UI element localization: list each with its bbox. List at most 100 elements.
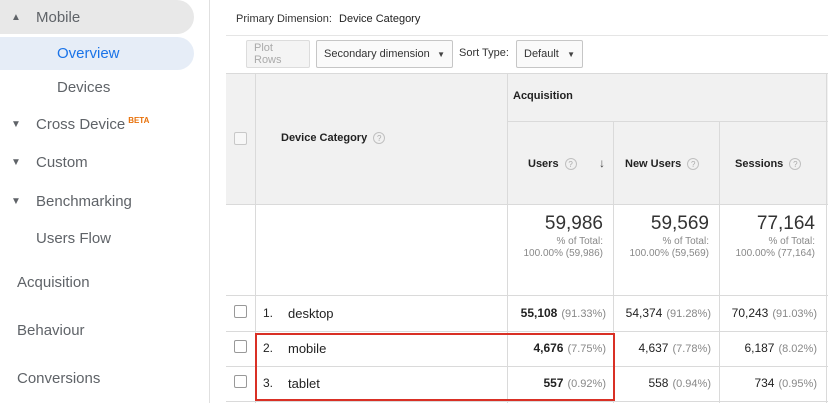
caret-down-icon: ▼ bbox=[11, 195, 21, 207]
sessions-percent: (8.02%) bbox=[778, 343, 817, 355]
column-header-new-users[interactable]: New Users? bbox=[625, 158, 700, 171]
row-sessions: 70,243 (91.03%) bbox=[719, 306, 817, 320]
sessions-value: 6,187 bbox=[744, 341, 775, 355]
row-device-link[interactable]: mobile bbox=[288, 341, 326, 356]
column-header-label: Users bbox=[528, 158, 559, 170]
sort-type-dropdown[interactable]: Default ▼ bbox=[516, 40, 583, 68]
divider bbox=[507, 121, 828, 122]
divider bbox=[613, 121, 614, 403]
sidebar-item-devices[interactable]: Devices bbox=[0, 72, 210, 102]
divider bbox=[226, 204, 828, 205]
sessions-percent: (0.95%) bbox=[778, 378, 817, 390]
row-device-link[interactable]: tablet bbox=[288, 376, 320, 391]
users-value: 557 bbox=[543, 376, 564, 390]
report-table: Device Category? Acquisition Users? ↓ Ne… bbox=[226, 73, 828, 403]
row-sessions: 734 (0.95%) bbox=[719, 376, 817, 390]
sidebar-item-label: Users Flow bbox=[36, 229, 112, 247]
divider bbox=[826, 73, 827, 403]
row-sessions: 6,187 (8.02%) bbox=[719, 341, 817, 355]
sidebar-item-label-group: Cross Device BETA bbox=[36, 116, 149, 133]
question-circle-icon[interactable]: ? bbox=[373, 132, 386, 145]
sidebar-item-label: Devices bbox=[57, 78, 111, 96]
beta-badge: BETA bbox=[128, 115, 150, 125]
divider bbox=[226, 73, 828, 74]
sidebar-item-conversions[interactable]: Conversions bbox=[0, 363, 210, 393]
primary-dimension-value[interactable]: Device Category bbox=[339, 13, 420, 25]
question-circle-icon[interactable]: ? bbox=[687, 158, 700, 171]
total-new-users-detail: 100.00% (59,569) bbox=[629, 248, 709, 259]
secondary-dimension-dropdown[interactable]: Secondary dimension ▼ bbox=[316, 40, 453, 68]
row-users: 55,108 (91.33%) bbox=[507, 306, 606, 320]
new-users-value: 558 bbox=[648, 376, 669, 390]
divider bbox=[226, 35, 828, 36]
arrow-down-icon[interactable]: ↓ bbox=[599, 156, 605, 170]
plot-rows-label: Plot Rows bbox=[254, 42, 282, 66]
sidebar-item-label: Conversions bbox=[17, 369, 101, 387]
sidebar-item-overview[interactable]: Overview bbox=[0, 37, 194, 70]
sidebar-item-benchmarking[interactable]: ▼ Benchmarking bbox=[0, 186, 210, 216]
row-device-link[interactable]: desktop bbox=[288, 306, 334, 321]
divider bbox=[226, 401, 828, 402]
column-header-label: Sessions bbox=[735, 158, 784, 170]
plot-rows-button[interactable]: Plot Rows bbox=[246, 40, 310, 68]
divider bbox=[226, 295, 828, 296]
sidebar-nav: ▲ Mobile Overview Devices ▼ Cross Device… bbox=[0, 0, 210, 403]
total-new-users: 59,569 bbox=[650, 213, 709, 234]
row-rank: 1. bbox=[263, 306, 274, 320]
chevron-down-icon: ▼ bbox=[437, 49, 445, 59]
sidebar-item-cross-device[interactable]: ▼ Cross Device BETA bbox=[0, 109, 210, 139]
caret-down-icon: ▼ bbox=[11, 156, 21, 168]
sort-type-value: Default bbox=[524, 48, 559, 60]
total-users-label: % of Total: bbox=[556, 236, 603, 247]
sidebar-item-label: Benchmarking bbox=[36, 192, 132, 210]
sidebar-item-label: Overview bbox=[57, 45, 120, 62]
row-users: 4,676 (7.75%) bbox=[507, 341, 606, 355]
new-users-percent: (91.28%) bbox=[666, 308, 711, 320]
total-sessions-label: % of Total: bbox=[768, 236, 815, 247]
column-group-acquisition: Acquisition bbox=[513, 90, 573, 102]
divider bbox=[226, 366, 828, 367]
primary-dimension: Primary Dimension: Device Category bbox=[236, 13, 420, 25]
new-users-value: 54,374 bbox=[625, 306, 663, 320]
sessions-percent: (91.03%) bbox=[772, 308, 817, 320]
sidebar-item-label: Behaviour bbox=[17, 321, 85, 339]
row-rank: 3. bbox=[263, 376, 274, 390]
report-panel: Primary Dimension: Device Category Plot … bbox=[226, 0, 828, 403]
total-sessions: 77,164 bbox=[756, 213, 815, 234]
secondary-dimension-label: Secondary dimension bbox=[324, 48, 430, 60]
sessions-value: 734 bbox=[754, 376, 775, 390]
column-header-device-category[interactable]: Device Category? bbox=[281, 132, 386, 145]
row-checkbox[interactable] bbox=[234, 375, 247, 388]
divider bbox=[226, 331, 828, 332]
sidebar-item-label: Custom bbox=[36, 153, 88, 171]
sidebar-item-behaviour[interactable]: Behaviour bbox=[0, 315, 210, 345]
select-all-checkbox[interactable] bbox=[234, 132, 247, 145]
divider bbox=[255, 73, 256, 403]
total-sessions-detail: 100.00% (77,164) bbox=[735, 248, 815, 259]
sidebar-item-custom[interactable]: ▼ Custom bbox=[0, 147, 210, 177]
row-checkbox[interactable] bbox=[234, 340, 247, 353]
sidebar-item-label: Cross Device bbox=[36, 115, 126, 133]
sidebar-item-users-flow[interactable]: Users Flow bbox=[0, 223, 210, 253]
question-circle-icon[interactable]: ? bbox=[564, 158, 577, 171]
column-header-users[interactable]: Users? bbox=[528, 158, 577, 171]
divider bbox=[719, 121, 720, 403]
caret-up-icon: ▲ bbox=[11, 11, 21, 23]
column-header-label: New Users bbox=[625, 158, 682, 170]
sidebar-item-acquisition[interactable]: Acquisition bbox=[0, 267, 210, 297]
question-circle-icon[interactable]: ? bbox=[789, 158, 802, 171]
row-rank: 2. bbox=[263, 341, 274, 355]
row-checkbox[interactable] bbox=[234, 305, 247, 318]
sort-type-label: Sort Type: bbox=[459, 47, 509, 59]
new-users-percent: (7.78%) bbox=[672, 343, 711, 355]
sidebar-item-mobile[interactable]: ▲ Mobile bbox=[0, 0, 194, 34]
column-header-sessions[interactable]: Sessions? bbox=[735, 158, 802, 171]
total-users: 59,986 bbox=[544, 213, 603, 234]
row-new-users: 4,637 (7.78%) bbox=[613, 341, 711, 355]
row-users: 557 (0.92%) bbox=[507, 376, 606, 390]
new-users-value: 4,637 bbox=[638, 341, 669, 355]
column-header-label: Device Category bbox=[281, 132, 368, 144]
sidebar-item-label: Mobile bbox=[36, 8, 81, 26]
users-percent: (91.33%) bbox=[561, 308, 606, 320]
sessions-value: 70,243 bbox=[731, 306, 769, 320]
